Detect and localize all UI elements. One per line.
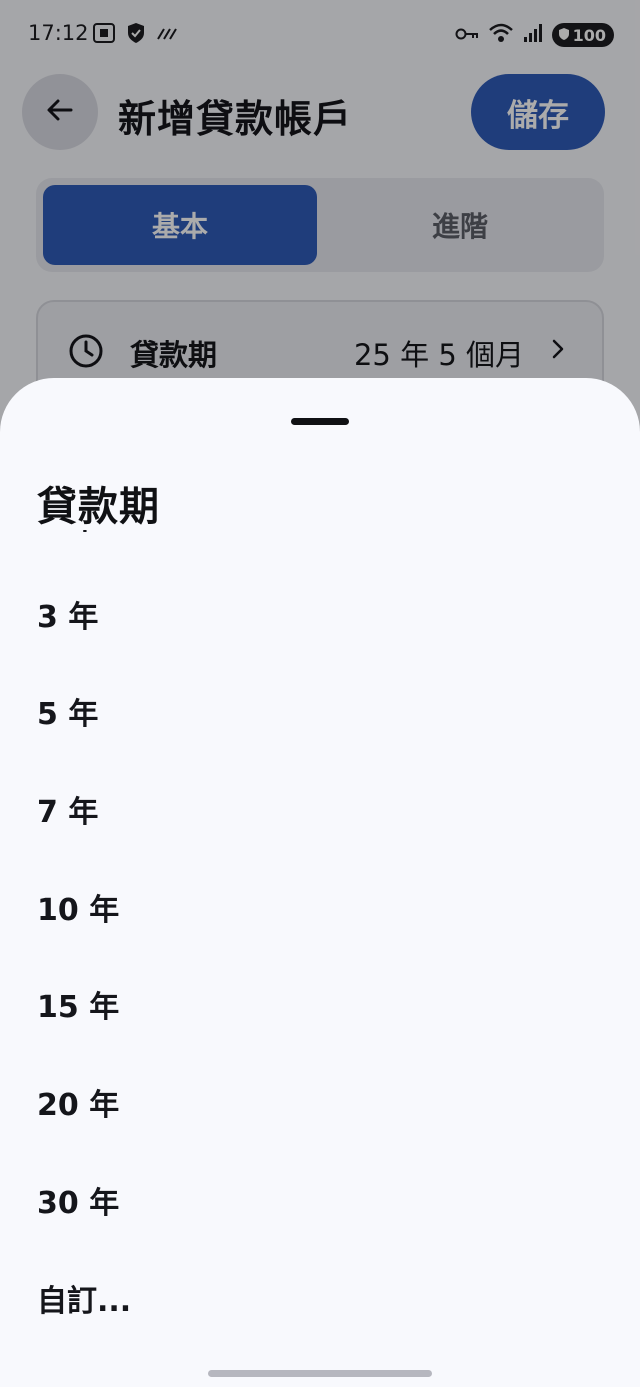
term-option-partial: 3 年 <box>0 530 640 564</box>
home-indicator <box>208 1370 432 1377</box>
term-option-7-years[interactable]: 7 年 <box>0 761 640 857</box>
term-option-5-years[interactable]: 5 年 <box>0 663 640 759</box>
term-option-30-years[interactable]: 30 年 <box>0 1152 640 1248</box>
drag-handle[interactable] <box>291 418 349 425</box>
term-option-3-years[interactable]: 3 年 <box>0 566 640 662</box>
term-option-20-years[interactable]: 20 年 <box>0 1054 640 1150</box>
sheet-title: 貸款期 <box>37 484 160 530</box>
term-option-10-years[interactable]: 10 年 <box>0 859 640 955</box>
loan-term-bottom-sheet: 貸款期 3 年 3 年 5 年 7 年 10 年 15 年 20 年 30 年 … <box>0 378 640 1387</box>
term-option-15-years[interactable]: 15 年 <box>0 956 640 1052</box>
term-option-custom[interactable]: 自訂... <box>0 1250 640 1330</box>
term-options-list[interactable]: 3 年 3 年 5 年 7 年 10 年 15 年 20 年 30 年 自訂..… <box>0 530 640 1330</box>
